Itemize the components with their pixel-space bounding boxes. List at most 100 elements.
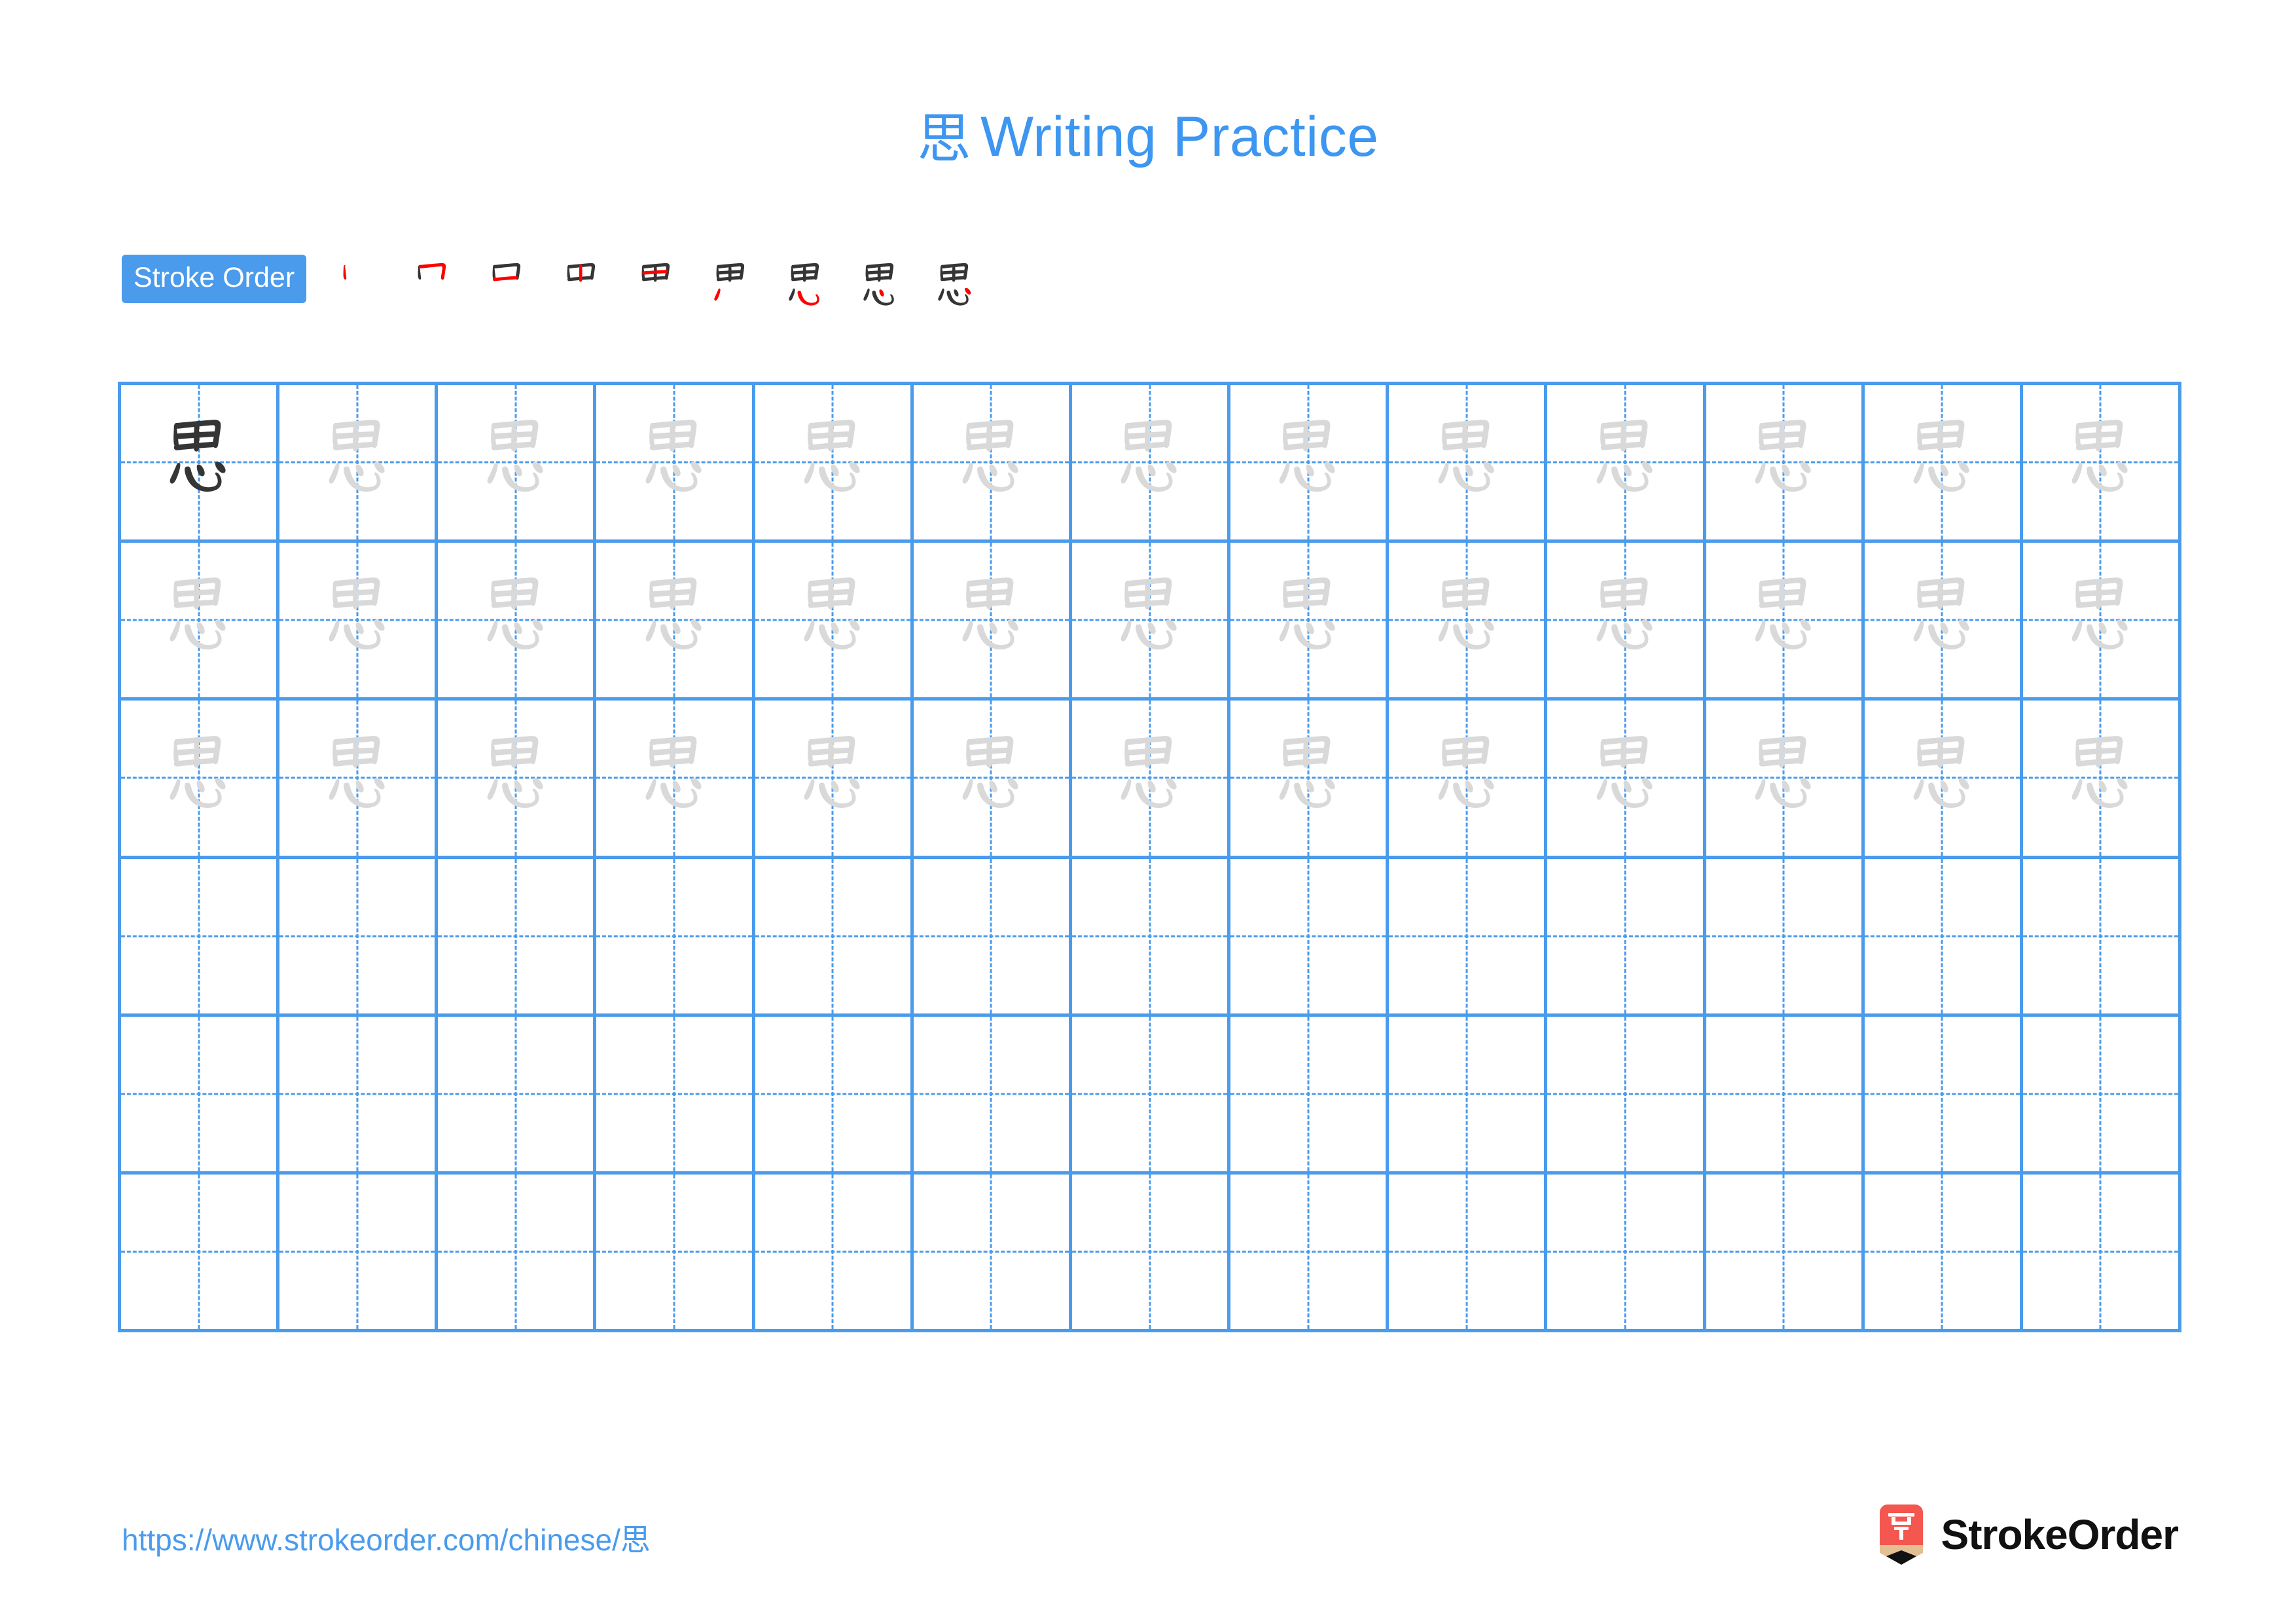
practice-cell-r5-c3[interactable] <box>438 1016 597 1175</box>
practice-cell-r1-c8[interactable] <box>1230 385 1390 543</box>
practice-cell-r5-c8[interactable] <box>1230 1016 1390 1175</box>
practice-cell-r1-c2[interactable] <box>279 385 439 543</box>
practice-cell-r3-c13[interactable] <box>2022 701 2182 859</box>
practice-cell-r6-c6[interactable] <box>913 1174 1072 1333</box>
practice-cell-r2-c4[interactable] <box>596 543 755 701</box>
cell-horizontal-guide <box>1547 1250 1703 1253</box>
practice-cell-r4-c3[interactable] <box>438 858 597 1017</box>
practice-cell-r6-c13[interactable] <box>2022 1174 2182 1333</box>
practice-cell-r3-c11[interactable] <box>1706 701 1865 859</box>
practice-cell-r2-c2[interactable] <box>279 543 439 701</box>
practice-cell-r2-c5[interactable] <box>755 543 914 701</box>
practice-cell-r3-c9[interactable] <box>1389 701 1548 859</box>
practice-cell-r5-c1[interactable] <box>121 1016 280 1175</box>
practice-character-trace <box>596 543 751 697</box>
practice-character-trace <box>1706 701 1861 855</box>
practice-cell-r5-c12[interactable] <box>1864 1016 2023 1175</box>
practice-cell-r1-c7[interactable] <box>1071 385 1231 543</box>
practice-cell-r6-c7[interactable] <box>1071 1174 1231 1333</box>
practice-cell-r1-c11[interactable] <box>1706 385 1865 543</box>
practice-cell-r6-c11[interactable] <box>1706 1174 1865 1333</box>
practice-cell-r5-c10[interactable] <box>1547 1016 1706 1175</box>
cell-horizontal-guide <box>1071 935 1228 938</box>
cell-horizontal-guide <box>1389 1250 1545 1253</box>
practice-cell-r4-c6[interactable] <box>913 858 1072 1017</box>
stroke-order-step-6 <box>694 249 768 327</box>
practice-cell-r4-c13[interactable] <box>2022 858 2182 1017</box>
practice-cell-r3-c4[interactable] <box>596 701 755 859</box>
practice-cell-r4-c10[interactable] <box>1547 858 1706 1017</box>
practice-cell-r6-c12[interactable] <box>1864 1174 2023 1333</box>
practice-cell-r3-c6[interactable] <box>913 701 1072 859</box>
practice-cell-r6-c3[interactable] <box>438 1174 597 1333</box>
practice-character-trace <box>279 543 435 697</box>
practice-character-trace <box>1706 385 1861 539</box>
practice-cell-r5-c6[interactable] <box>913 1016 1072 1175</box>
practice-cell-r6-c10[interactable] <box>1547 1174 1706 1333</box>
practice-cell-r1-c9[interactable] <box>1389 385 1548 543</box>
practice-cell-r5-c7[interactable] <box>1071 1016 1231 1175</box>
practice-cell-r3-c2[interactable] <box>279 701 439 859</box>
practice-cell-r3-c7[interactable] <box>1071 701 1231 859</box>
cell-horizontal-guide <box>1864 1093 2020 1095</box>
brand-logo: StrokeOrder <box>1876 1503 2179 1566</box>
practice-cell-r2-c12[interactable] <box>1864 543 2023 701</box>
practice-cell-r5-c4[interactable] <box>596 1016 755 1175</box>
practice-cell-r6-c8[interactable] <box>1230 1174 1390 1333</box>
practice-cell-r2-c13[interactable] <box>2022 543 2182 701</box>
practice-cell-r3-c1[interactable] <box>121 701 280 859</box>
practice-cell-r6-c5[interactable] <box>755 1174 914 1333</box>
practice-cell-r5-c9[interactable] <box>1389 1016 1548 1175</box>
practice-character-trace <box>755 385 910 539</box>
practice-cell-r5-c13[interactable] <box>2022 1016 2182 1175</box>
practice-cell-r6-c4[interactable] <box>596 1174 755 1333</box>
practice-cell-r2-c11[interactable] <box>1706 543 1865 701</box>
practice-cell-r3-c5[interactable] <box>755 701 914 859</box>
practice-cell-r1-c10[interactable] <box>1547 385 1706 543</box>
practice-cell-r4-c5[interactable] <box>755 858 914 1017</box>
practice-character-trace <box>1865 543 2020 697</box>
pencil-zi-icon <box>1876 1504 1927 1565</box>
practice-cell-r2-c9[interactable] <box>1389 543 1548 701</box>
cell-horizontal-guide <box>1547 935 1703 938</box>
practice-character-trace <box>279 385 435 539</box>
practice-cell-r1-c3[interactable] <box>438 385 597 543</box>
practice-cell-r2-c1[interactable] <box>121 543 280 701</box>
practice-cell-r6-c9[interactable] <box>1389 1174 1548 1333</box>
practice-cell-r3-c12[interactable] <box>1864 701 2023 859</box>
practice-cell-r3-c10[interactable] <box>1547 701 1706 859</box>
practice-cell-r4-c1[interactable] <box>121 858 280 1017</box>
practice-cell-r2-c8[interactable] <box>1230 543 1390 701</box>
practice-cell-r5-c11[interactable] <box>1706 1016 1865 1175</box>
practice-cell-r5-c5[interactable] <box>755 1016 914 1175</box>
practice-cell-r1-c13[interactable] <box>2022 385 2182 543</box>
practice-character-trace <box>2023 385 2178 539</box>
practice-cell-r4-c11[interactable] <box>1706 858 1865 1017</box>
practice-character-trace <box>596 701 751 855</box>
practice-cell-r1-c5[interactable] <box>755 385 914 543</box>
practice-character-trace <box>438 701 593 855</box>
practice-cell-r4-c4[interactable] <box>596 858 755 1017</box>
practice-cell-r4-c12[interactable] <box>1864 858 2023 1017</box>
practice-cell-r2-c3[interactable] <box>438 543 597 701</box>
practice-cell-r1-c6[interactable] <box>913 385 1072 543</box>
practice-cell-r3-c8[interactable] <box>1230 701 1390 859</box>
practice-cell-r4-c7[interactable] <box>1071 858 1231 1017</box>
practice-cell-r4-c8[interactable] <box>1230 858 1390 1017</box>
practice-cell-r1-c4[interactable] <box>596 385 755 543</box>
practice-cell-r6-c2[interactable] <box>279 1174 439 1333</box>
practice-cell-r1-c1[interactable] <box>121 385 280 543</box>
cell-horizontal-guide <box>1389 935 1545 938</box>
practice-cell-r6-c1[interactable] <box>121 1174 280 1333</box>
practice-cell-r1-c12[interactable] <box>1864 385 2023 543</box>
practice-cell-r3-c3[interactable] <box>438 701 597 859</box>
practice-cell-r2-c6[interactable] <box>913 543 1072 701</box>
practice-cell-r5-c2[interactable] <box>279 1016 439 1175</box>
practice-cell-r4-c2[interactable] <box>279 858 439 1017</box>
footer-url[interactable]: https://www.strokeorder.com/chinese/思 <box>122 1516 651 1559</box>
practice-cell-r2-c7[interactable] <box>1071 543 1231 701</box>
page-title-text: Writing Practice <box>980 105 1379 168</box>
practice-cell-r4-c9[interactable] <box>1389 858 1548 1017</box>
practice-cell-r2-c10[interactable] <box>1547 543 1706 701</box>
practice-character-trace <box>914 543 1069 697</box>
